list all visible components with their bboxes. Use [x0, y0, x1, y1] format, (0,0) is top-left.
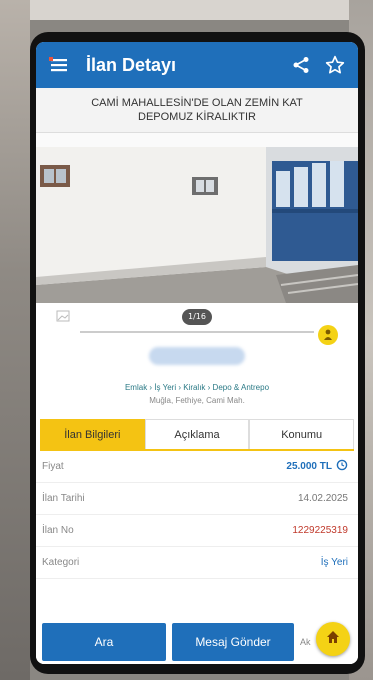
- tab-location[interactable]: Konumu: [249, 419, 355, 449]
- info-row-listing-no: İlan No 1229225319: [36, 515, 358, 547]
- seller-name-blurred: [149, 347, 245, 365]
- app-screen: İlan Detayı CAMİ MAHALLESİN'DE OLAN ZEMİ…: [36, 42, 358, 664]
- listing-no-value: 1229225319: [292, 525, 348, 536]
- info-row-date: İlan Tarihi 14.02.2025: [36, 483, 358, 515]
- share-icon[interactable]: [288, 52, 314, 78]
- info-table: Fiyat 25.000 TL İlan Tarihi 14.02.2025 İ…: [36, 451, 358, 579]
- image-placeholder-icon: [56, 307, 70, 326]
- price-value: 25.000 TL: [286, 461, 332, 472]
- listing-title-line2: DEPOMUZ KİRALIKTIR: [138, 111, 256, 123]
- category-value[interactable]: İş Yeri: [321, 557, 348, 568]
- category-label: Kategori: [42, 557, 80, 568]
- page-title: İlan Detayı: [86, 54, 177, 75]
- menu-icon[interactable]: [46, 52, 72, 78]
- gallery-controls: 1/16: [36, 303, 358, 345]
- star-icon[interactable]: [322, 52, 348, 78]
- date-value: 14.02.2025: [297, 493, 348, 504]
- photo-counter: 1/16: [182, 309, 212, 325]
- tab-description[interactable]: Açıklama: [144, 419, 250, 449]
- listing-no-label: İlan No: [42, 525, 74, 536]
- listing-title-line1: CAMİ MAHALLESİN'DE OLAN ZEMİN KAT: [91, 97, 303, 109]
- listing-title: CAMİ MAHALLESİN'DE OLAN ZEMİN KAT DEPOMU…: [36, 88, 358, 133]
- price-label: Fiyat: [42, 461, 64, 472]
- date-label: İlan Tarihi: [42, 493, 85, 504]
- home-icon: [325, 629, 341, 649]
- call-button[interactable]: Ara: [42, 623, 166, 661]
- bottom-action-bar: Ara Mesaj Gönder Ak: [36, 620, 358, 664]
- background-top: [0, 0, 373, 20]
- price-history-icon[interactable]: [336, 459, 348, 474]
- breadcrumb[interactable]: Emlak › İş Yeri › Kiralık › Depo & Antre…: [36, 383, 358, 392]
- detail-tabs: İlan Bilgileri Açıklama Konumu: [40, 419, 355, 451]
- location-text: Muğla, Fethiye, Cami Mah.: [149, 396, 245, 405]
- listing-photo[interactable]: [36, 147, 358, 303]
- price-value-wrap: 25.000 TL: [286, 459, 348, 474]
- info-row-category: Kategori İş Yeri: [36, 547, 358, 579]
- user-icon[interactable]: [318, 325, 338, 345]
- more-label[interactable]: Ak: [300, 637, 311, 647]
- send-message-button[interactable]: Mesaj Gönder: [172, 623, 294, 661]
- gallery-scroll-track: [80, 331, 314, 333]
- background-left: [0, 0, 30, 680]
- tab-listing-info[interactable]: İlan Bilgileri: [40, 419, 145, 449]
- home-button[interactable]: [316, 622, 350, 656]
- photo-gallery[interactable]: [36, 133, 358, 303]
- app-header: İlan Detayı: [36, 42, 358, 88]
- info-row-price: Fiyat 25.000 TL: [36, 451, 358, 483]
